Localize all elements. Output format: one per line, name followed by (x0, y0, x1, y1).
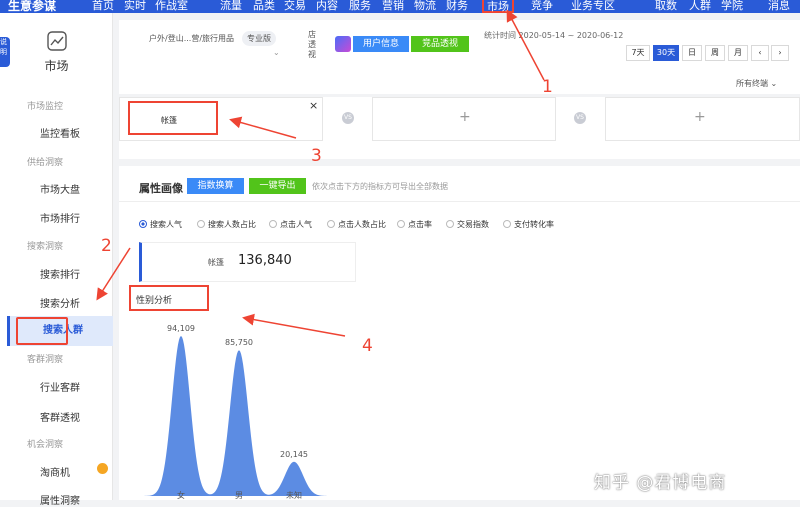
annotation-number-3: 3 (311, 146, 322, 166)
annotation-number-2: 2 (101, 236, 112, 256)
watermark: 知乎 @君博电商 (594, 473, 727, 493)
annotation-arrow-4 (242, 313, 346, 337)
annotation-arrow-3 (229, 116, 297, 139)
annotation-layer (96, 9, 545, 337)
annotation-number-1: 1 (542, 77, 553, 97)
annotation-number-4: 4 (362, 336, 373, 356)
annotation-arrow-1 (506, 9, 545, 81)
